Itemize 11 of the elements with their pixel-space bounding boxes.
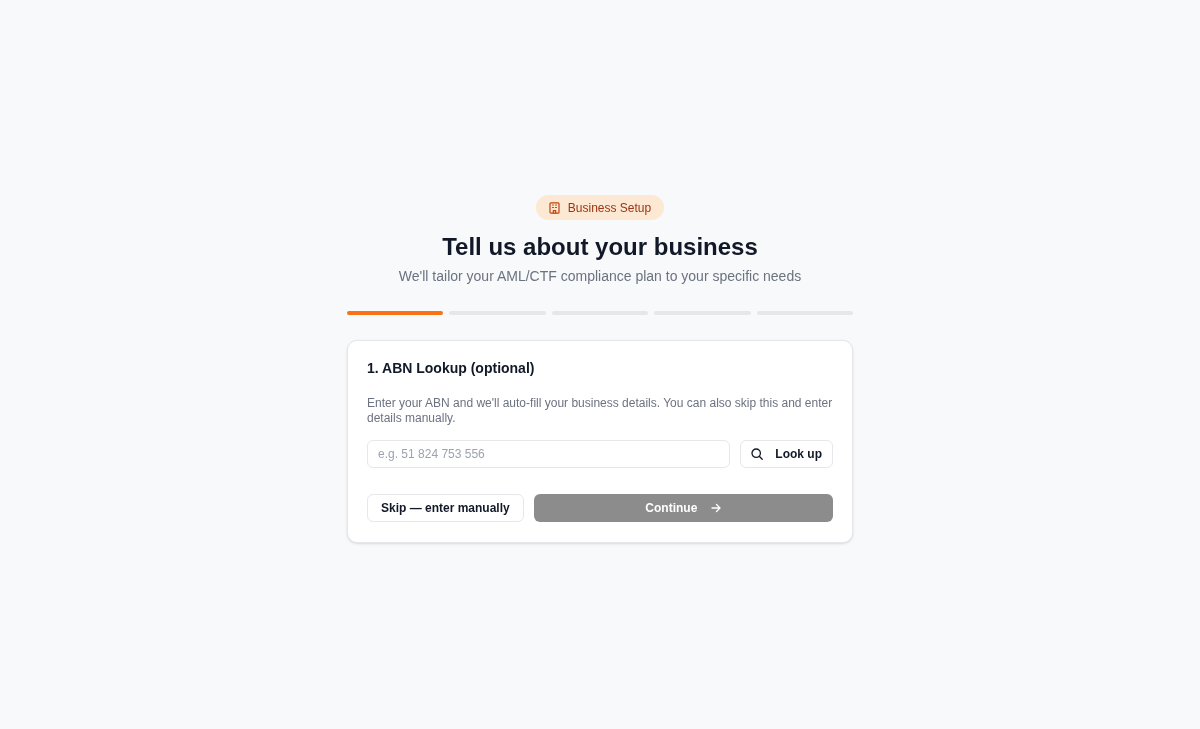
card-heading: 1. ABN Lookup (optional): [367, 359, 536, 378]
page-subtitle: We'll tailor your AML/CTF compliance plan to your specific needs: [398, 267, 802, 286]
skip-button[interactable]: Skip — enter manually: [367, 494, 524, 522]
card-description: Enter your ABN and we'll auto-fill your business details. You can also skip this and enter details manually.: [367, 396, 833, 426]
badge-label: Business Setup: [567, 199, 652, 217]
search-icon: [751, 448, 764, 460]
lookup-button[interactable]: Look up: [740, 440, 833, 468]
page-title: Tell us about your business: [442, 232, 758, 262]
arrow-right-icon: [711, 503, 722, 513]
abn-input-field[interactable]: e.g. 51 824 753 556: [367, 440, 731, 468]
building-icon: [548, 201, 560, 214]
